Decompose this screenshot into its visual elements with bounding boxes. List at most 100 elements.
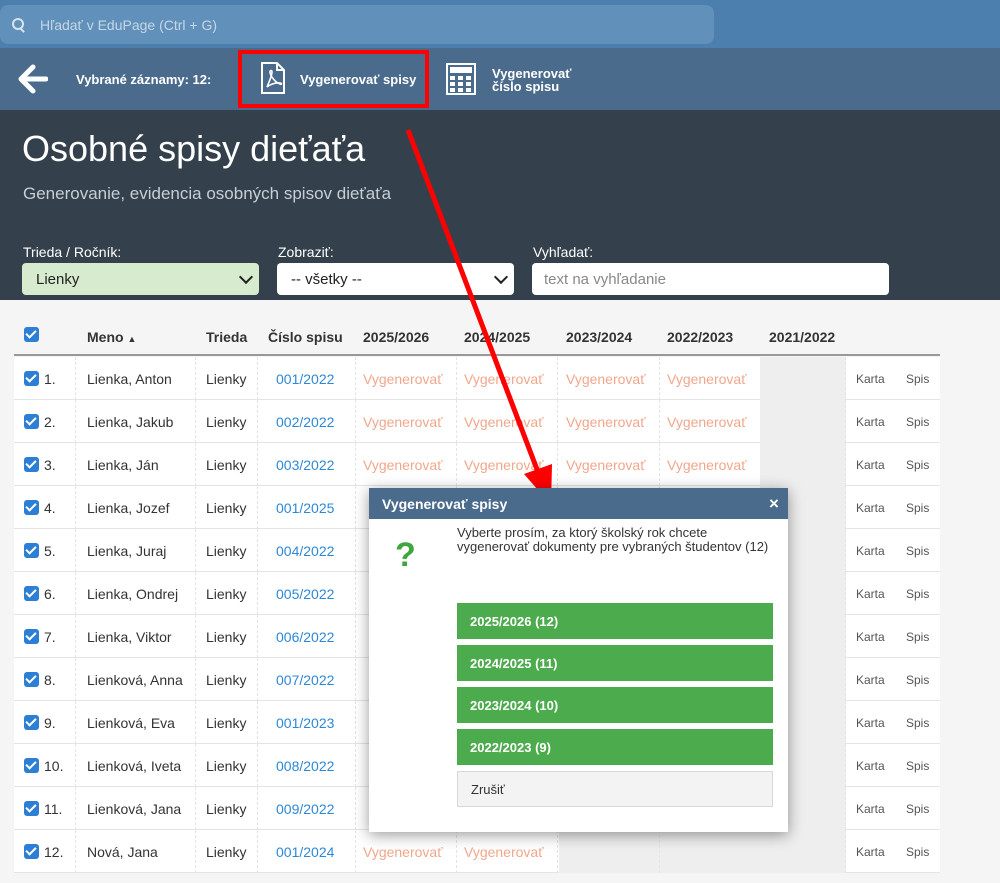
file-link[interactable]: Spis xyxy=(906,443,936,486)
generate-link-y1[interactable]: Vygenerovať xyxy=(356,830,457,873)
file-link[interactable]: Spis xyxy=(906,830,936,873)
page-title: Osobné spisy dieťaťa xyxy=(22,128,366,169)
student-name: Lienka, Jozef xyxy=(76,486,196,529)
generate-link-y4[interactable]: Vygenerovať xyxy=(660,357,761,400)
cancel-button[interactable]: Zrušiť xyxy=(457,771,773,807)
generate-link-y2[interactable]: Vygenerovať xyxy=(457,357,558,400)
year-cell-y5 xyxy=(760,357,846,400)
file-number-link[interactable]: 002/2022 xyxy=(258,400,356,443)
dialog-header: Vygenerovať spisy × xyxy=(369,488,788,519)
file-number-link[interactable]: 006/2022 xyxy=(258,615,356,658)
card-link[interactable]: Karta xyxy=(856,787,896,830)
file-number-link[interactable]: 001/2024 xyxy=(258,830,356,873)
file-number-link[interactable]: 009/2022 xyxy=(258,787,356,830)
file-number-link[interactable]: 004/2022 xyxy=(258,529,356,572)
row-number: 5. xyxy=(44,542,56,559)
generate-link-y4[interactable]: Vygenerovať xyxy=(660,400,761,443)
year-2022-2023-button[interactable]: 2022/2023 (9) xyxy=(457,729,773,765)
card-link[interactable]: Karta xyxy=(856,615,896,658)
close-icon[interactable]: × xyxy=(760,494,788,514)
row-checkbox[interactable] xyxy=(24,457,39,472)
row-number: 4. xyxy=(44,499,56,516)
row-checkbox[interactable] xyxy=(24,543,39,558)
card-link[interactable]: Karta xyxy=(856,572,896,615)
row-checkbox[interactable] xyxy=(24,715,39,730)
row-checkbox[interactable] xyxy=(24,629,39,644)
student-class: Lienky xyxy=(196,615,258,658)
row-number: 12. xyxy=(44,843,64,860)
student-name: Lienková, Jana xyxy=(76,787,196,830)
row-checkbox[interactable] xyxy=(24,371,39,386)
card-link[interactable]: Karta xyxy=(856,443,896,486)
row-checkbox[interactable] xyxy=(24,500,39,515)
year-2025-2026-button[interactable]: 2025/2026 (12) xyxy=(457,603,773,639)
file-link[interactable]: Spis xyxy=(906,357,936,400)
card-link[interactable]: Karta xyxy=(856,744,896,787)
generate-file-number-button[interactable]: Vygenerovať číslo spisu xyxy=(446,62,571,98)
student-name: Lienka, Ondrej xyxy=(76,572,196,615)
table-row: 12. Nová, Jana Lienky 001/2024 Vygenerovať Vy… xyxy=(14,830,940,873)
file-number-link[interactable]: 003/2022 xyxy=(258,443,356,486)
generate-link-y1[interactable]: Vygenerovať xyxy=(356,400,457,443)
card-link[interactable]: Karta xyxy=(856,486,896,529)
card-link[interactable]: Karta xyxy=(856,830,896,873)
card-link[interactable]: Karta xyxy=(856,529,896,572)
class-filter-select[interactable]: Lienky xyxy=(22,263,259,295)
file-link[interactable]: Spis xyxy=(906,787,936,830)
card-link[interactable]: Karta xyxy=(856,701,896,744)
file-link[interactable]: Spis xyxy=(906,615,936,658)
card-link[interactable]: Karta xyxy=(856,357,896,400)
select-all-checkbox[interactable] xyxy=(24,327,39,342)
row-checkbox[interactable] xyxy=(24,801,39,816)
file-number-link[interactable]: 005/2022 xyxy=(258,572,356,615)
col-name[interactable]: Meno ▲ xyxy=(87,329,136,345)
file-number-link[interactable]: 001/2023 xyxy=(258,701,356,744)
global-search[interactable] xyxy=(0,5,714,44)
generate-link-y2[interactable]: Vygenerovať xyxy=(457,830,558,873)
file-link[interactable]: Spis xyxy=(906,658,936,701)
file-link[interactable]: Spis xyxy=(906,400,936,443)
file-link[interactable]: Spis xyxy=(906,701,936,744)
row-checkbox[interactable] xyxy=(24,844,39,859)
generate-link-y3[interactable]: Vygenerovať xyxy=(559,357,660,400)
file-number-link[interactable]: 007/2022 xyxy=(258,658,356,701)
calculator-icon xyxy=(446,62,476,98)
row-checkbox[interactable] xyxy=(24,672,39,687)
generate-files-button[interactable]: Vygenerovať spisy xyxy=(238,50,429,108)
generate-link-y2[interactable]: Vygenerovať xyxy=(457,400,558,443)
student-name: Lienková, Iveta xyxy=(76,744,196,787)
file-link[interactable]: Spis xyxy=(906,744,936,787)
generate-link-y3[interactable]: Vygenerovať xyxy=(559,400,660,443)
search-filter-input[interactable] xyxy=(532,263,889,295)
col-year-2021: 2021/2022 xyxy=(769,329,836,345)
row-checkbox[interactable] xyxy=(24,414,39,429)
student-class: Lienky xyxy=(196,572,258,615)
file-number-link[interactable]: 001/2022 xyxy=(258,357,356,400)
year-2024-2025-button[interactable]: 2024/2025 (11) xyxy=(457,645,773,681)
global-search-input[interactable] xyxy=(40,16,640,33)
page-header: Osobné spisy dieťaťa Generovanie, eviden… xyxy=(0,110,1000,300)
row-select-cell: 5. xyxy=(14,529,76,572)
class-filter-label: Trieda / Ročník: xyxy=(23,244,122,260)
generate-link-y2[interactable]: Vygenerovať xyxy=(457,443,558,486)
file-link[interactable]: Spis xyxy=(906,486,936,529)
file-number-link[interactable]: 008/2022 xyxy=(258,744,356,787)
card-link[interactable]: Karta xyxy=(856,658,896,701)
file-link[interactable]: Spis xyxy=(906,529,936,572)
row-checkbox[interactable] xyxy=(24,758,39,773)
year-2023-2024-button[interactable]: 2023/2024 (10) xyxy=(457,687,773,723)
show-filter-select[interactable]: -- všetky -- xyxy=(277,263,514,295)
file-link[interactable]: Spis xyxy=(906,572,936,615)
generate-link-y1[interactable]: Vygenerovať xyxy=(356,443,457,486)
table-header: Meno ▲ Trieda Číslo spisu 2025/2026 2024… xyxy=(14,320,940,356)
col-year-2025: 2025/2026 xyxy=(363,329,430,345)
card-link[interactable]: Karta xyxy=(856,400,896,443)
student-class: Lienky xyxy=(196,486,258,529)
generate-link-y4[interactable]: Vygenerovať xyxy=(660,443,761,486)
file-number-link[interactable]: 001/2025 xyxy=(258,486,356,529)
generate-link-y3[interactable]: Vygenerovať xyxy=(559,443,660,486)
generate-link-y1[interactable]: Vygenerovať xyxy=(356,357,457,400)
student-class: Lienky xyxy=(196,400,258,443)
back-arrow-icon[interactable] xyxy=(18,64,49,94)
row-checkbox[interactable] xyxy=(24,586,39,601)
